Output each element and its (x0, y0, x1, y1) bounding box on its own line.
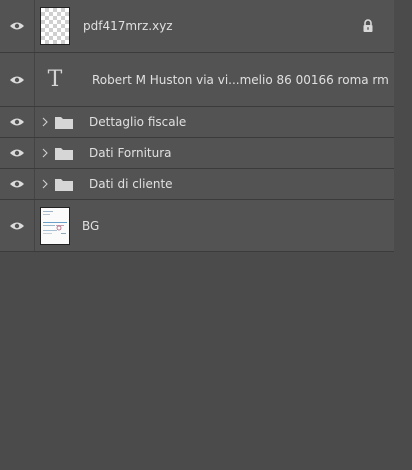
type-tool-icon: T (47, 67, 63, 92)
layer-content: T Robert M Huston via vi...melio 86 0016… (35, 53, 394, 106)
eye-icon (10, 76, 24, 83)
layer-row-bg[interactable]: BG (0, 200, 394, 252)
layer-name: Dati Fornitura (89, 146, 172, 160)
visibility-toggle[interactable] (0, 138, 35, 168)
layer-row-group-cliente[interactable]: Dati di cliente (0, 169, 394, 200)
layer-name: Dati di cliente (89, 177, 173, 191)
eye-icon (10, 118, 24, 126)
folder-icon (55, 178, 73, 191)
eye-icon (10, 22, 24, 30)
layer-name: Robert M Huston via vi...melio 86 00166 … (92, 72, 389, 87)
layer-name: pdf417mrz.xyz (83, 19, 173, 33)
chevron-right-icon[interactable] (37, 148, 53, 158)
folder-icon (55, 147, 73, 160)
layer-content: Dettaglio fiscale (35, 107, 394, 137)
visibility-toggle[interactable] (0, 169, 35, 199)
chevron-right-icon[interactable] (37, 117, 53, 127)
layer-row-pdf417[interactable]: pdf417mrz.xyz (0, 0, 394, 53)
layer-name: BG (82, 218, 100, 233)
layer-content: pdf417mrz.xyz (35, 0, 394, 52)
visibility-toggle[interactable] (0, 200, 35, 251)
eye-icon (10, 180, 24, 188)
layer-row-text[interactable]: T Robert M Huston via vi...melio 86 0016… (0, 53, 394, 107)
layer-content: Dati Fornitura (35, 138, 394, 168)
visibility-toggle[interactable] (0, 53, 35, 106)
layer-content: Dati di cliente (35, 169, 394, 199)
folder-icon (55, 116, 73, 129)
layers-panel: pdf417mrz.xyz T Robert M Huston via vi..… (0, 0, 412, 470)
layer-content: BG (35, 200, 394, 251)
layer-thumbnail (40, 7, 70, 45)
visibility-toggle[interactable] (0, 107, 35, 137)
layer-row-group-dettaglio[interactable]: Dettaglio fiscale (0, 107, 394, 138)
lock-icon[interactable] (362, 19, 374, 33)
eye-icon (10, 222, 24, 229)
eye-icon (10, 149, 24, 157)
visibility-toggle[interactable] (0, 0, 35, 52)
document-thumbnail (40, 206, 70, 245)
chevron-right-icon[interactable] (37, 179, 53, 189)
layer-name: Dettaglio fiscale (89, 115, 187, 129)
layer-row-group-fornitura[interactable]: Dati Fornitura (0, 138, 394, 169)
